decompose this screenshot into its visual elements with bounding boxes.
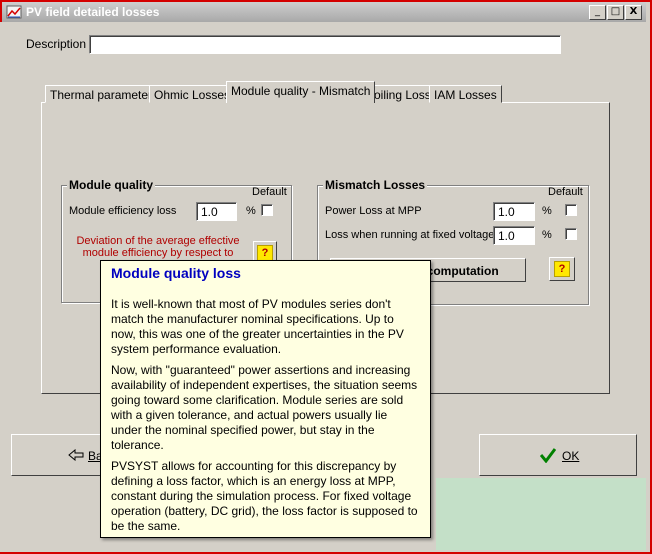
title-bar[interactable]: PV field detailed losses _ □ X bbox=[2, 2, 646, 22]
mismatch-mpp-default-checkbox[interactable] bbox=[565, 204, 577, 216]
tooltip-paragraph: It is well-known that most of PV modules… bbox=[111, 297, 404, 356]
ok-button[interactable]: OK bbox=[479, 434, 637, 476]
mismatch-losses-title: Mismatch Losses bbox=[323, 178, 428, 192]
ok-button-label: OK bbox=[562, 449, 580, 463]
module-efficiency-loss-input[interactable] bbox=[196, 202, 237, 221]
module-quality-note-line2: module efficiency by respect to bbox=[82, 247, 234, 259]
tooltip-paragraph: Now, with "guaranteed" power assertions … bbox=[111, 363, 418, 452]
tab-iam-losses[interactable]: IAM Losses bbox=[429, 85, 502, 103]
close-button[interactable]: X bbox=[625, 5, 642, 20]
description-input[interactable] bbox=[89, 35, 561, 54]
fixed-voltage-loss-label: Loss when running at fixed voltage bbox=[325, 229, 495, 241]
module-quality-title: Module quality bbox=[67, 178, 155, 192]
tab-ohmic-losses[interactable]: Ohmic Losses bbox=[149, 85, 236, 103]
module-efficiency-loss-label: Module efficiency loss bbox=[69, 205, 177, 217]
module-quality-tooltip: Module quality loss It is well-known tha… bbox=[100, 260, 431, 538]
maximize-icon: □ bbox=[610, 6, 621, 17]
description-label: Description bbox=[26, 37, 87, 51]
module-quality-default-label: Default bbox=[252, 186, 287, 198]
power-loss-mpp-label: Power Loss at MPP bbox=[325, 205, 422, 217]
back-arrow-icon bbox=[68, 448, 84, 464]
tab-module-quality-mismatch[interactable]: Module quality - Mismatch bbox=[226, 81, 376, 103]
window-title: PV field detailed losses bbox=[26, 5, 160, 19]
minimize-icon: _ bbox=[595, 6, 600, 17]
help-icon: ? bbox=[257, 245, 273, 261]
mismatch-default-label: Default bbox=[548, 186, 583, 198]
module-efficiency-unit: % bbox=[246, 205, 256, 217]
mismatch-fixed-default-checkbox[interactable] bbox=[565, 228, 577, 240]
module-quality-default-checkbox[interactable] bbox=[261, 204, 273, 216]
app-icon bbox=[6, 4, 22, 20]
help-icon: ? bbox=[554, 261, 570, 277]
checkmark-icon bbox=[539, 447, 557, 466]
close-icon: X bbox=[629, 6, 638, 17]
tooltip-title: Module quality loss bbox=[111, 265, 241, 281]
maximize-button[interactable]: □ bbox=[607, 5, 624, 20]
module-quality-note-line1: Deviation of the average effective bbox=[76, 235, 240, 247]
background-panel bbox=[436, 478, 646, 550]
fixed-voltage-loss-unit: % bbox=[542, 229, 552, 241]
minimize-button[interactable]: _ bbox=[589, 5, 606, 20]
power-loss-mpp-input[interactable] bbox=[493, 202, 535, 221]
tooltip-paragraph: PVSYST allows for accounting for this di… bbox=[111, 459, 418, 533]
fixed-voltage-loss-input[interactable] bbox=[493, 226, 535, 245]
mismatch-help-button[interactable]: ? bbox=[549, 257, 575, 281]
tab-thermal-parameters[interactable]: Thermal parameters bbox=[45, 85, 164, 103]
power-loss-mpp-unit: % bbox=[542, 205, 552, 217]
background-window-edge bbox=[0, 22, 4, 552]
